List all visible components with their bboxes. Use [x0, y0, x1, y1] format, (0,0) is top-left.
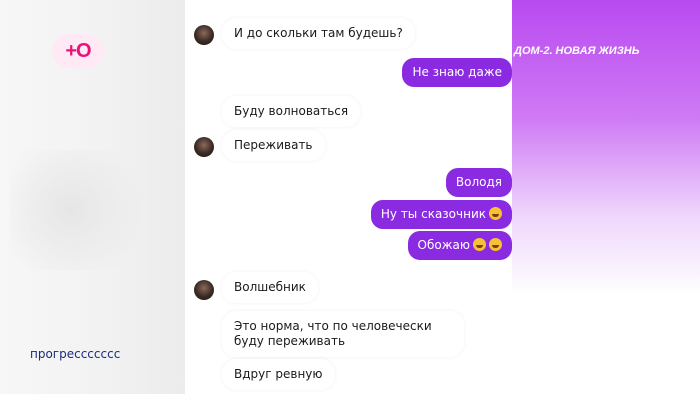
message-text: И до скольки там будешь? [234, 26, 403, 40]
message-text: Ну ты сказочник [380, 207, 486, 221]
outgoing-message: Обожаю [407, 231, 512, 260]
blurred-background [10, 150, 160, 270]
message-text: Вдруг ревную [234, 367, 323, 381]
contact-avatar[interactable] [194, 25, 214, 45]
contact-avatar[interactable] [194, 137, 214, 157]
outgoing-message: Володя [445, 168, 512, 197]
incoming-message: Это норма, что по человечески буду переж… [222, 311, 464, 357]
right-background [512, 0, 700, 394]
incoming-message: Вдруг ревную [222, 359, 335, 390]
logo-text: +O [65, 39, 91, 62]
video-subtitle: прогрессссссс [30, 347, 121, 361]
face-with-tears-of-joy-icon [473, 238, 486, 251]
face-with-tears-of-joy-icon [489, 238, 502, 251]
show-title: ДОМ-2. НОВАЯ ЖИЗНЬ [514, 45, 640, 57]
incoming-message: Переживать [222, 130, 325, 161]
outgoing-message: Ну ты сказочник [370, 200, 512, 229]
incoming-message: Волшебник [222, 272, 318, 303]
message-text: Буду волноваться [234, 104, 349, 118]
face-with-tears-of-joy-icon [489, 207, 502, 220]
message-text: Не знаю даже [412, 65, 502, 79]
outgoing-message: Не знаю даже [402, 58, 512, 87]
incoming-message: И до скольки там будешь? [222, 18, 415, 49]
message-text: Обожаю [417, 238, 470, 252]
message-text: Волшебник [234, 280, 306, 294]
contact-avatar[interactable] [194, 280, 214, 300]
incoming-message: Буду волноваться [222, 96, 361, 127]
message-text: Это норма, что по человечески буду переж… [234, 319, 432, 348]
message-text: Володя [455, 175, 502, 189]
message-text: Переживать [234, 138, 313, 152]
channel-logo: +O [52, 34, 104, 68]
